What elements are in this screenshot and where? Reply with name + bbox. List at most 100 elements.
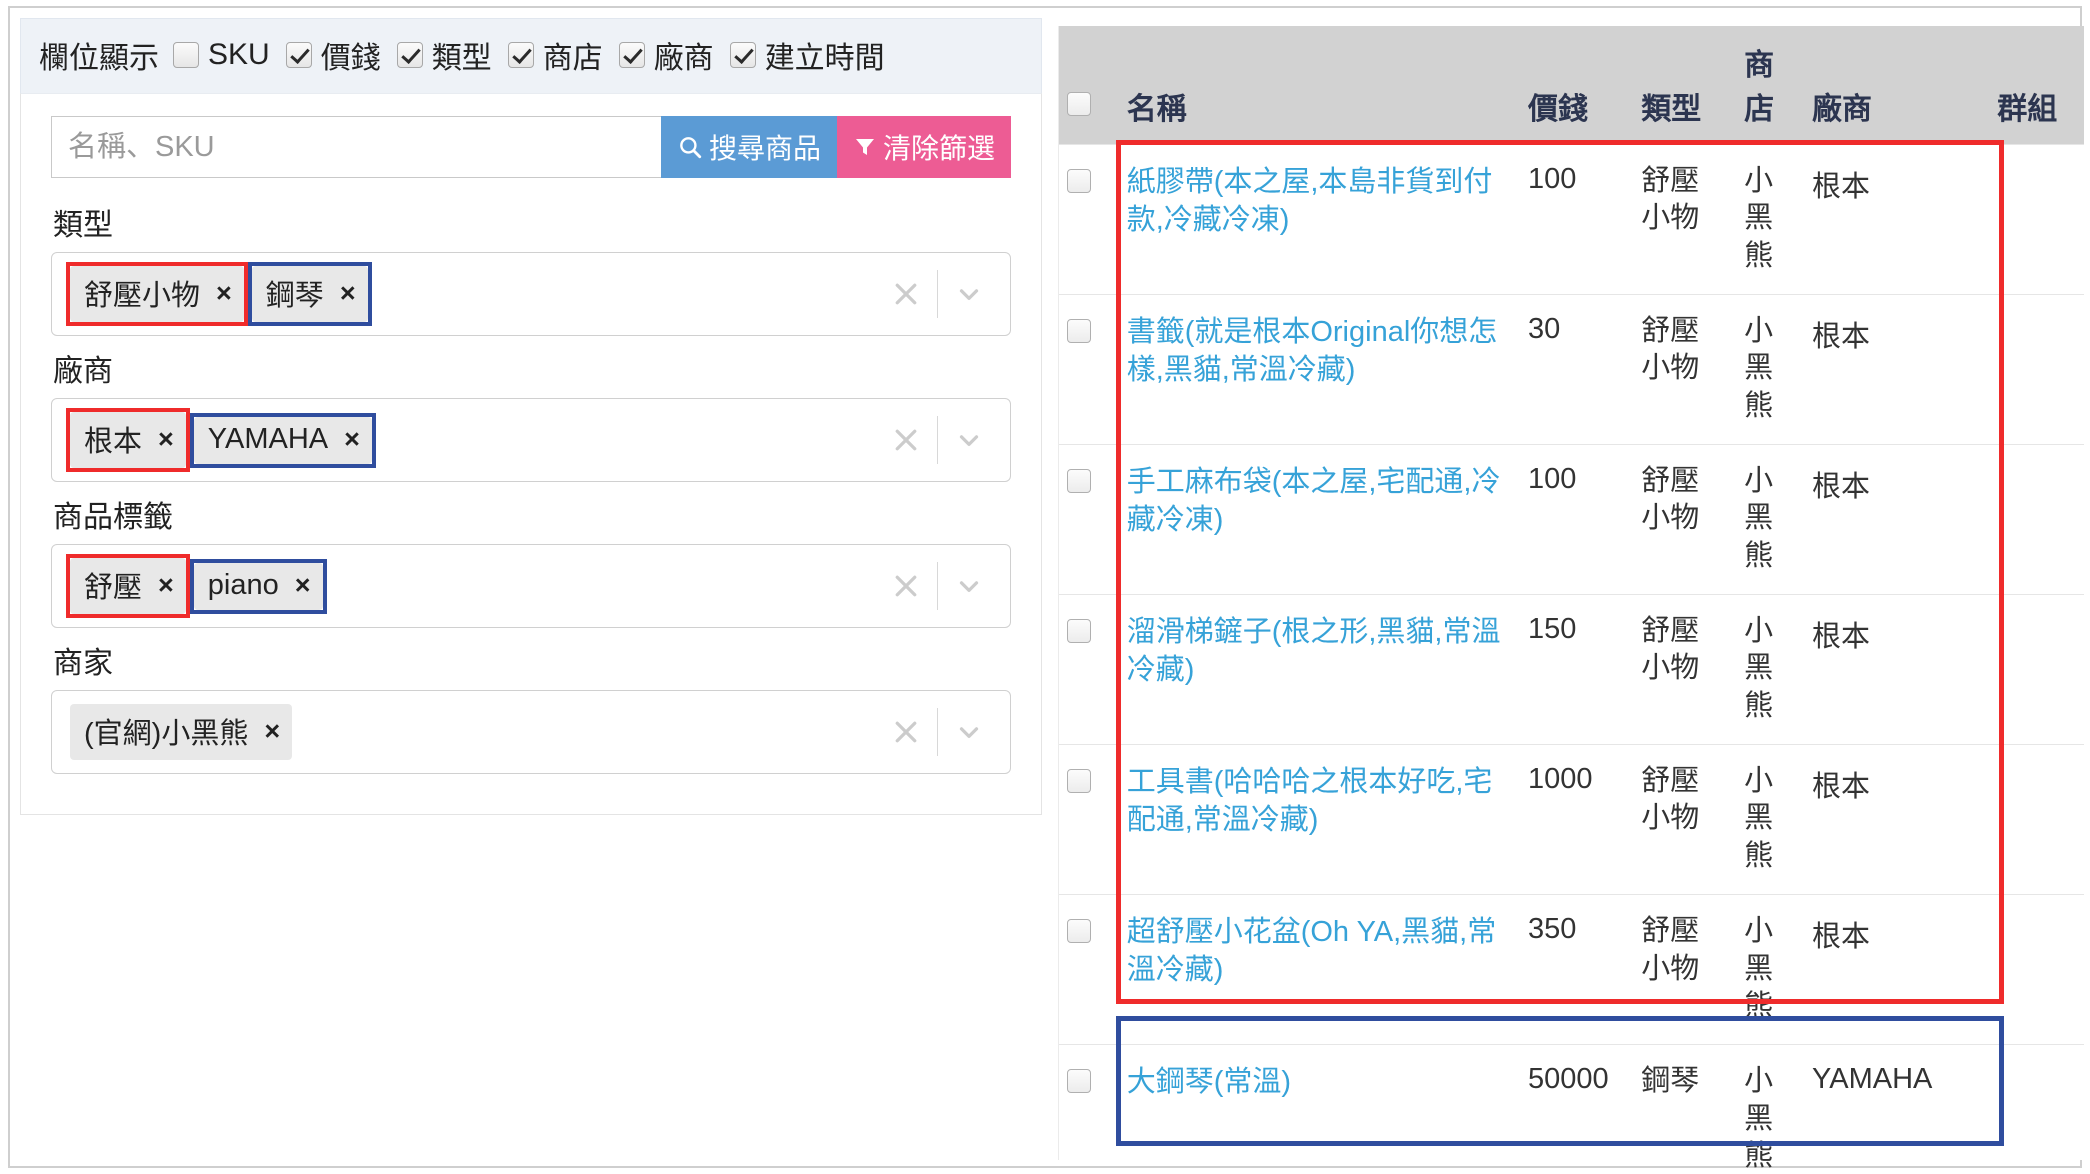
multiselect-product-tag[interactable]: 舒壓 × piano × (51, 544, 1011, 628)
cell-type: 舒壓小物 (1633, 143, 1737, 295)
tag-remove-icon[interactable]: × (158, 424, 174, 455)
tag-remove-icon[interactable]: × (295, 570, 311, 601)
cell-shop: 小黑熊 (1736, 293, 1805, 445)
cell-shop: 小黑熊 (1736, 743, 1805, 895)
cell-shop: 小黑熊 (1736, 893, 1805, 1045)
field-toggle-sku-label: SKU (208, 38, 270, 71)
field-toggle-price[interactable]: 價錢 (285, 33, 381, 77)
cell-name: 超舒壓小花盆(Oh YA,黑貓,常溫冷藏) (1118, 893, 1521, 1045)
product-link[interactable]: 溜滑梯鏟子(根之形,黑貓,常溫冷藏) (1127, 613, 1512, 690)
filter-group-vendor: 廠商 根本 × YAMAHA × (51, 346, 1011, 482)
checkbox-vendor[interactable] (618, 42, 645, 68)
clear-filter-button-label: 清除篩選 (882, 133, 995, 164)
cell-price: 150 (1520, 593, 1634, 745)
product-link[interactable]: 紙膠帶(本之屋,本島非貨到付款,冷藏冷凍) (1127, 163, 1512, 240)
cell-name: 書籤(就是根本Original你想怎樣,黑貓,常溫冷藏) (1118, 293, 1521, 445)
tag-type-1[interactable]: 鋼琴 × (251, 266, 368, 322)
checkbox-row[interactable] (1067, 168, 1091, 193)
checkbox-shop[interactable] (507, 42, 534, 68)
tag-merchant-0[interactable]: (官網)小黑熊 × (70, 704, 293, 760)
cell-group (1989, 293, 2084, 445)
clear-icon[interactable] (875, 425, 937, 455)
column-header-shop[interactable]: 商店 (1736, 26, 1805, 144)
search-button[interactable]: 搜尋商品 (660, 116, 837, 178)
chevron-down-icon[interactable] (938, 717, 1000, 747)
tag-type-0[interactable]: 舒壓小物 × (70, 266, 244, 322)
checkbox-row[interactable] (1067, 618, 1091, 643)
tag-remove-icon[interactable]: × (340, 278, 356, 309)
field-toggle-shop-label: 商店 (542, 42, 603, 75)
table-row[interactable]: 紙膠帶(本之屋,本島非貨到付款,冷藏冷凍) 100 舒壓小物 小黑熊 根本 (1059, 143, 2084, 295)
multiselect-vendor-tags: 根本 × YAMAHA × (66, 408, 875, 472)
tag-highlight-blue: piano × (190, 559, 327, 614)
field-display-bar: 欄位顯示 SKU 價錢 類型 商店 廠商 建立時間 (20, 18, 1042, 93)
multiselect-merchant-tags: (官網)小黑熊 × (66, 700, 875, 764)
field-toggle-vendor[interactable]: 廠商 (618, 33, 714, 77)
column-header-name[interactable]: 名稱 (1118, 26, 1521, 144)
cell-price: 1000 (1520, 743, 1634, 895)
checkbox-row[interactable] (1067, 1068, 1091, 1093)
clear-icon[interactable] (875, 571, 937, 601)
tag-vendor-0[interactable]: 根本 × (70, 412, 186, 468)
table-row[interactable]: 超舒壓小花盆(Oh YA,黑貓,常溫冷藏) 350 舒壓小物 小黑熊 根本 (1059, 893, 2084, 1045)
field-toggle-type[interactable]: 類型 (396, 33, 492, 77)
cell-vendor: 根本 (1804, 293, 1990, 445)
product-link[interactable]: 超舒壓小花盆(Oh YA,黑貓,常溫冷藏) (1127, 913, 1512, 990)
cell-price: 100 (1520, 443, 1634, 595)
tag-vendor-1-label: YAMAHA (207, 422, 329, 455)
table-header-row: 名稱 價錢 類型 商店 廠商 群組 (1059, 26, 2084, 144)
field-toggle-sku[interactable]: SKU (173, 38, 270, 72)
checkbox-row[interactable] (1067, 318, 1091, 343)
multiselect-product-tag-tags: 舒壓 × piano × (66, 554, 875, 618)
chevron-down-icon[interactable] (938, 279, 1000, 309)
field-toggle-created-at[interactable]: 建立時間 (729, 33, 885, 77)
table-row[interactable]: 大鋼琴(常溫) 50000 鋼琴 小黑熊 YAMAHA (1059, 1043, 2084, 1174)
row-select-cell (1059, 893, 1119, 1045)
cell-price: 100 (1520, 143, 1634, 295)
product-link[interactable]: 手工麻布袋(本之屋,宅配通,冷藏冷凍) (1127, 463, 1512, 540)
cell-vendor: 根本 (1804, 593, 1990, 745)
multiselect-vendor[interactable]: 根本 × YAMAHA × (51, 398, 1011, 482)
multiselect-type[interactable]: 舒壓小物 × 鋼琴 × (51, 252, 1011, 336)
product-link[interactable]: 工具書(哈哈哈之根本好吃,宅配通,常溫冷藏) (1127, 763, 1512, 840)
tag-remove-icon[interactable]: × (216, 278, 232, 309)
clear-icon[interactable] (875, 279, 937, 309)
cell-type: 舒壓小物 (1633, 443, 1737, 595)
field-toggle-price-label: 價錢 (320, 42, 381, 75)
row-select-cell (1059, 443, 1119, 595)
checkbox-row[interactable] (1067, 468, 1091, 493)
chevron-down-icon[interactable] (938, 425, 1000, 455)
column-header-type[interactable]: 類型 (1633, 26, 1737, 144)
tag-vendor-1[interactable]: YAMAHA × (193, 416, 372, 464)
tag-product-tag-1[interactable]: piano × (193, 562, 323, 610)
table-row[interactable]: 書籤(就是根本Original你想怎樣,黑貓,常溫冷藏) 30 舒壓小物 小黑熊… (1059, 293, 2084, 445)
tag-remove-icon[interactable]: × (264, 716, 280, 747)
clear-filter-button[interactable]: 清除篩選 (836, 116, 1011, 178)
multiselect-merchant[interactable]: (官網)小黑熊 × (51, 690, 1011, 774)
tag-remove-icon[interactable]: × (158, 570, 174, 601)
clear-icon[interactable] (875, 717, 937, 747)
checkbox-row[interactable] (1067, 768, 1091, 793)
checkbox-sku[interactable] (173, 42, 199, 68)
field-toggle-shop[interactable]: 商店 (507, 33, 603, 77)
row-select-cell (1059, 743, 1119, 895)
chevron-down-icon[interactable] (938, 571, 1000, 601)
tag-type-1-label: 鋼琴 (265, 280, 324, 312)
row-select-cell (1059, 1043, 1119, 1174)
checkbox-type[interactable] (396, 42, 423, 68)
product-link[interactable]: 書籤(就是根本Original你想怎樣,黑貓,常溫冷藏) (1127, 313, 1512, 390)
search-input[interactable] (51, 116, 661, 178)
column-header-price[interactable]: 價錢 (1520, 26, 1634, 144)
tag-product-tag-0[interactable]: 舒壓 × (70, 558, 186, 614)
column-header-group[interactable]: 群組 (1989, 26, 2084, 144)
checkbox-select-all[interactable] (1067, 91, 1091, 116)
table-row[interactable]: 工具書(哈哈哈之根本好吃,宅配通,常溫冷藏) 1000 舒壓小物 小黑熊 根本 (1059, 743, 2084, 895)
checkbox-created-at[interactable] (729, 42, 756, 68)
column-header-vendor[interactable]: 廠商 (1804, 26, 1990, 144)
table-row[interactable]: 手工麻布袋(本之屋,宅配通,冷藏冷凍) 100 舒壓小物 小黑熊 根本 (1059, 443, 2084, 595)
checkbox-price[interactable] (285, 42, 312, 68)
table-row[interactable]: 溜滑梯鏟子(根之形,黑貓,常溫冷藏) 150 舒壓小物 小黑熊 根本 (1059, 593, 2084, 745)
product-link[interactable]: 大鋼琴(常溫) (1127, 1063, 1512, 1101)
tag-remove-icon[interactable]: × (344, 424, 360, 455)
checkbox-row[interactable] (1067, 918, 1091, 943)
